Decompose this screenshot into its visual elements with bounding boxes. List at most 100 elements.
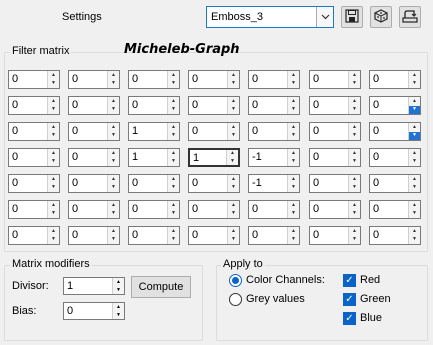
matrix-cell-stepper[interactable]: ▲ ▼ [348,149,360,166]
matrix-cell-stepper[interactable]: ▲ ▼ [167,227,179,244]
arrow-down-icon[interactable]: ▼ [409,80,420,89]
matrix-cell-stepper[interactable]: ▲ ▼ [287,175,299,192]
divisor-stepper[interactable]: ▲ ▼ [112,278,124,294]
arrow-down-icon[interactable]: ▼ [48,132,59,141]
matrix-cell[interactable]: 0 ▲ ▼ [248,96,300,115]
matrix-cell-stepper[interactable]: ▲ ▼ [348,97,360,114]
arrow-down-icon[interactable]: ▼ [288,158,299,167]
blue-checkbox[interactable]: ✓ [343,312,356,325]
matrix-cell[interactable]: 0 ▲ ▼ [369,226,421,245]
arrow-down-icon[interactable]: ▼ [228,80,239,89]
matrix-cell[interactable]: 0 ▲ ▼ [128,174,180,193]
preset-select[interactable]: Emboss_3 [206,6,334,28]
arrow-down-icon[interactable]: ▼ [288,236,299,245]
matrix-cell[interactable]: 0 ▲ ▼ [8,226,60,245]
arrow-up-icon[interactable]: ▲ [409,149,420,158]
arrow-down-icon[interactable]: ▼ [108,132,119,141]
arrow-up-icon[interactable]: ▲ [48,97,59,106]
arrow-up-icon[interactable]: ▲ [48,149,59,158]
matrix-cell[interactable]: 0 ▲ ▼ [128,96,180,115]
matrix-cell-stepper[interactable]: ▲ ▼ [348,71,360,88]
arrow-up-icon[interactable]: ▲ [228,201,239,210]
matrix-cell[interactable]: 0 ▲ ▼ [8,70,60,89]
compute-button[interactable]: Compute [131,276,191,298]
arrow-down-icon[interactable]: ▼ [228,210,239,219]
color-channels-radio[interactable] [229,274,242,287]
matrix-cell[interactable]: 0 ▲ ▼ [188,122,240,141]
arrow-up-icon[interactable]: ▲ [288,175,299,184]
matrix-cell[interactable]: 1 ▲ ▼ [188,148,240,167]
matrix-cell-stepper[interactable]: ▲ ▼ [348,227,360,244]
arrow-down-icon[interactable]: ▼ [228,106,239,115]
arrow-down-icon[interactable]: ▼ [48,210,59,219]
matrix-cell-stepper[interactable]: ▲ ▼ [287,97,299,114]
arrow-up-icon[interactable]: ▲ [409,201,420,210]
arrow-up-icon[interactable]: ▲ [168,123,179,132]
matrix-cell[interactable]: 0 ▲ ▼ [128,70,180,89]
chevron-down-icon[interactable] [316,7,333,27]
matrix-cell-stepper[interactable]: ▲ ▼ [348,201,360,218]
arrow-up-icon[interactable]: ▲ [409,175,420,184]
arrow-up-icon[interactable]: ▲ [168,227,179,236]
matrix-cell-stepper[interactable]: ▲ ▼ [348,175,360,192]
matrix-cell-stepper[interactable]: ▲ ▼ [408,71,420,88]
arrow-up-icon[interactable]: ▲ [288,123,299,132]
matrix-cell-stepper[interactable]: ▲ ▼ [227,201,239,218]
matrix-cell-stepper[interactable]: ▲ ▼ [227,71,239,88]
arrow-down-icon[interactable]: ▼ [288,106,299,115]
matrix-cell-stepper[interactable]: ▲ ▼ [107,175,119,192]
matrix-cell-stepper[interactable]: ▲ ▼ [167,71,179,88]
matrix-cell-stepper[interactable]: ▲ ▼ [408,175,420,192]
matrix-cell[interactable]: 0 ▲ ▼ [188,174,240,193]
arrow-down-icon[interactable]: ▼ [409,184,420,193]
arrow-up-icon[interactable]: ▲ [108,175,119,184]
matrix-cell[interactable]: -1 ▲ ▼ [248,174,300,193]
arrow-down-icon[interactable]: ▼ [108,184,119,193]
arrow-up-icon[interactable]: ▲ [108,149,119,158]
matrix-cell-stepper[interactable]: ▲ ▼ [107,123,119,140]
matrix-cell-stepper[interactable]: ▲ ▼ [107,201,119,218]
matrix-cell-stepper[interactable]: ▲ ▼ [47,175,59,192]
arrow-up-icon[interactable]: ▲ [409,123,420,132]
matrix-cell-stepper[interactable]: ▲ ▼ [167,123,179,140]
matrix-cell-stepper[interactable]: ▲ ▼ [408,149,420,166]
arrow-up-icon[interactable]: ▲ [228,175,239,184]
arrow-down-icon[interactable]: ▼ [168,132,179,141]
arrow-up-icon[interactable]: ▲ [48,201,59,210]
arrow-down-icon[interactable]: ▼ [409,105,420,114]
arrow-down-icon[interactable]: ▼ [108,158,119,167]
arrow-down-icon[interactable]: ▼ [288,132,299,141]
matrix-cell[interactable]: 0 ▲ ▼ [68,70,120,89]
arrow-up-icon[interactable]: ▲ [168,71,179,80]
matrix-cell[interactable]: 0 ▲ ▼ [188,200,240,219]
arrow-up-icon[interactable]: ▲ [48,71,59,80]
arrow-up-icon[interactable]: ▲ [228,123,239,132]
matrix-cell[interactable]: 0 ▲ ▼ [369,174,421,193]
matrix-cell[interactable]: 0 ▲ ▼ [248,226,300,245]
randomize-button[interactable] [370,6,392,28]
arrow-up-icon[interactable]: ▲ [349,97,360,106]
arrow-up-icon[interactable]: ▲ [48,123,59,132]
matrix-cell[interactable]: 0 ▲ ▼ [188,70,240,89]
arrow-down-icon[interactable]: ▼ [48,158,59,167]
arrow-down-icon[interactable]: ▼ [108,210,119,219]
arrow-up-icon[interactable]: ▲ [409,227,420,236]
arrow-down-icon[interactable]: ▼ [108,236,119,245]
arrow-up-icon[interactable]: ▲ [108,71,119,80]
matrix-cell[interactable]: 0 ▲ ▼ [68,96,120,115]
arrow-down-icon[interactable]: ▼ [168,106,179,115]
matrix-cell[interactable]: 0 ▲ ▼ [188,96,240,115]
matrix-cell-stepper[interactable]: ▲ ▼ [226,150,238,165]
matrix-cell-stepper[interactable]: ▲ ▼ [408,201,420,218]
matrix-cell-stepper[interactable]: ▲ ▼ [348,123,360,140]
arrow-down-icon[interactable]: ▼ [48,106,59,115]
matrix-cell-stepper[interactable]: ▲ ▼ [167,97,179,114]
arrow-up-icon[interactable]: ▲ [108,123,119,132]
matrix-cell-stepper[interactable]: ▲ ▼ [47,149,59,166]
matrix-cell-stepper[interactable]: ▲ ▼ [47,97,59,114]
matrix-cell-stepper[interactable]: ▲ ▼ [167,201,179,218]
arrow-down-icon[interactable]: ▼ [48,80,59,89]
matrix-cell-stepper[interactable]: ▲ ▼ [287,227,299,244]
arrow-down-icon[interactable]: ▼ [349,210,360,219]
arrow-down-icon[interactable]: ▼ [288,80,299,89]
